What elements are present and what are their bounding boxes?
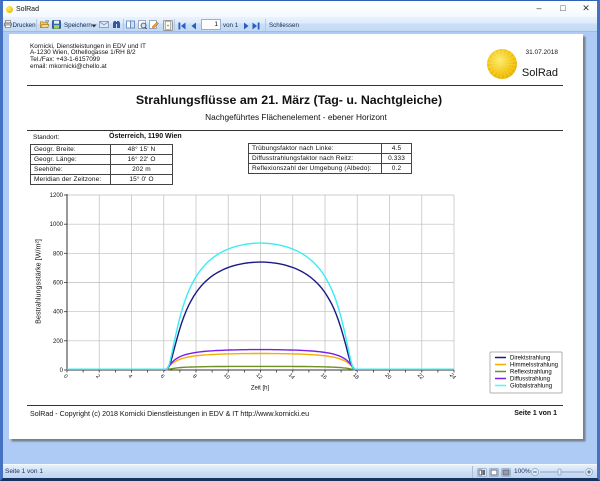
svg-text:24: 24: [448, 372, 457, 381]
svg-text:20: 20: [384, 372, 393, 381]
svg-text:Diffusstrahlung: Diffusstrahlung: [510, 377, 550, 383]
svg-text:Bestrahlungsstärke [W/m²]: Bestrahlungsstärke [W/m²]: [34, 239, 43, 324]
svg-text:0: 0: [60, 368, 64, 374]
svg-text:600: 600: [53, 281, 64, 287]
svg-text:200: 200: [53, 339, 64, 345]
svg-text:800: 800: [53, 251, 64, 257]
svg-text:Himmelsstrahlung: Himmelsstrahlung: [510, 363, 558, 369]
svg-text:6: 6: [159, 374, 165, 380]
svg-text:22: 22: [416, 372, 425, 381]
svg-text:10: 10: [222, 372, 231, 381]
svg-text:0: 0: [62, 374, 68, 380]
svg-text:1200: 1200: [50, 193, 64, 199]
svg-text:Direktstrahlung: Direktstrahlung: [510, 356, 550, 362]
svg-text:12: 12: [255, 372, 264, 381]
svg-text:Zeit [h]: Zeit [h]: [251, 386, 270, 392]
svg-text:2: 2: [94, 374, 100, 380]
svg-text:16: 16: [319, 372, 328, 381]
svg-text:8: 8: [191, 374, 197, 380]
svg-text:400: 400: [53, 310, 64, 316]
svg-text:14: 14: [287, 372, 296, 381]
svg-text:4: 4: [127, 374, 133, 380]
svg-text:Globalstrahlung: Globalstrahlung: [510, 384, 552, 390]
svg-text:1000: 1000: [50, 222, 64, 228]
svg-text:18: 18: [351, 372, 360, 381]
svg-text:Reflexstrahlung: Reflexstrahlung: [510, 370, 552, 376]
